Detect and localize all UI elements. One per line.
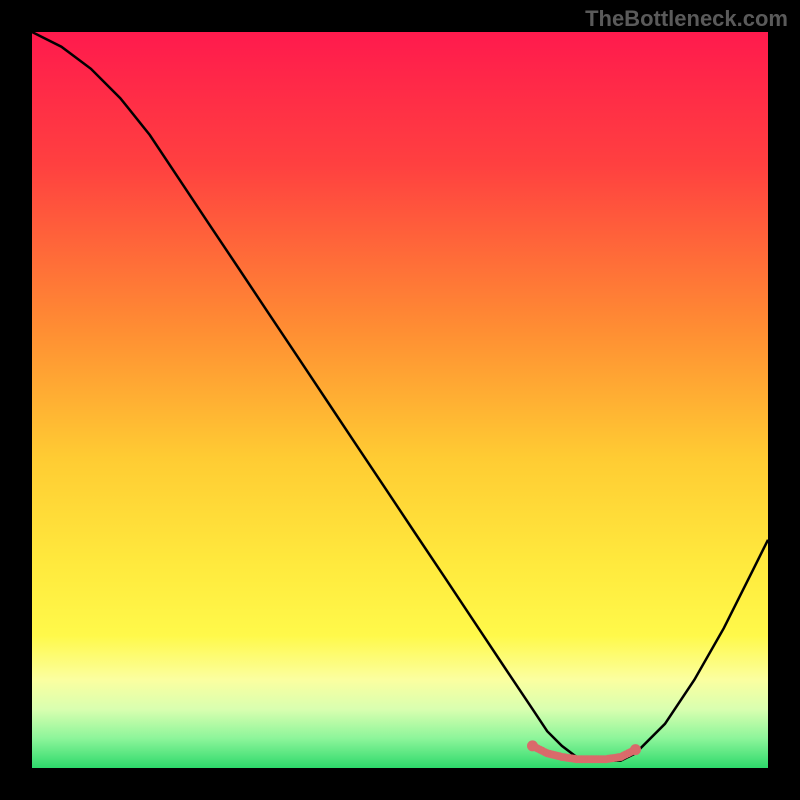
gradient-background bbox=[32, 32, 768, 768]
watermark-text: TheBottleneck.com bbox=[585, 6, 788, 32]
plot-area bbox=[32, 32, 768, 768]
chart-svg bbox=[32, 32, 768, 768]
optimal-marker bbox=[630, 744, 641, 755]
